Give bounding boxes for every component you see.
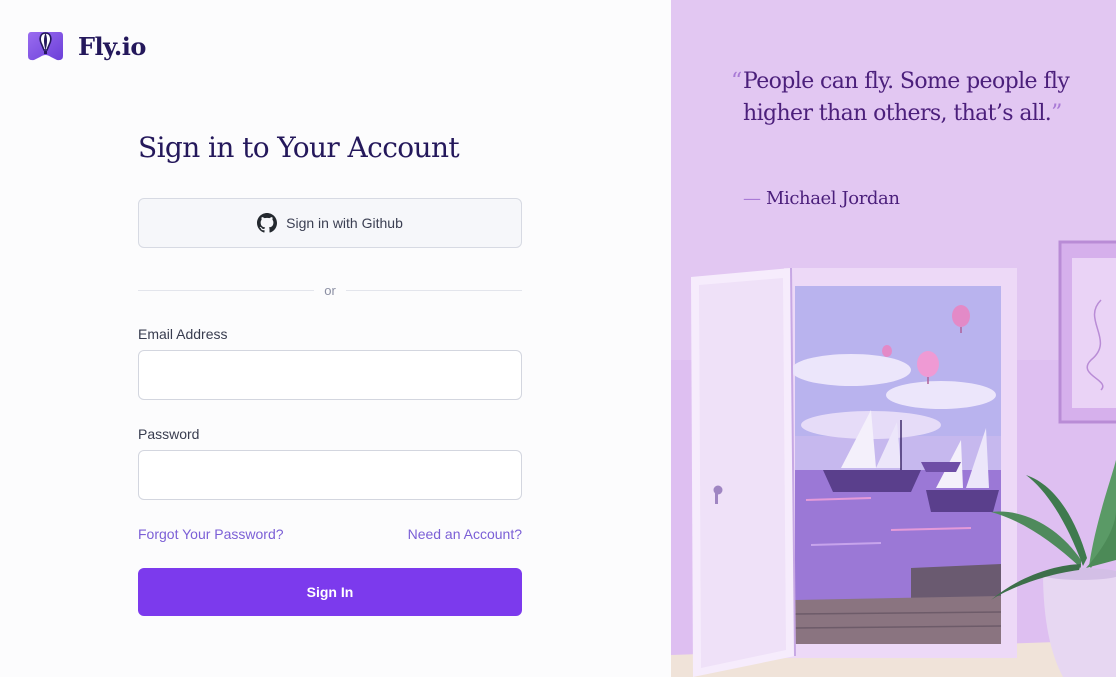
signin-form: Sign in to Your Account Sign in with Git… [138,128,522,616]
email-field[interactable] [138,350,522,400]
signin-panel: Fly.io Sign in to Your Account Sign in w… [0,0,671,677]
password-field[interactable] [138,450,522,500]
brand-name: Fly.io [78,31,146,61]
github-icon [257,213,278,233]
need-account-link[interactable]: Need an Account? [408,526,522,542]
or-divider: or [138,281,522,299]
email-label: Email Address [138,326,228,342]
github-signin-button[interactable]: Sign in with Github [138,198,522,248]
illustration-panel: “People can fly. Some people fly higher … [671,0,1116,677]
page-title: Sign in to Your Account [138,131,460,164]
divider-line-left [138,289,315,291]
quote-text: “People can fly. Some people fly higher … [731,66,1073,130]
divider-line-right [345,289,522,291]
signin-button[interactable]: Sign In [138,568,522,616]
author-name: Michael Jordan [765,188,900,209]
quote-author: — Michael Jordan [743,188,900,209]
divider-text: or [324,282,336,298]
brand-logo[interactable]: Fly.io [27,30,146,62]
password-label: Password [138,426,200,442]
quote-open-mark: “ [731,69,742,94]
quote-body: People can fly. Some people fly higher t… [743,69,1070,126]
balloon-logo-icon [28,32,63,61]
author-dash: — [743,188,761,209]
quote-close-mark: ” [1051,101,1062,126]
forgot-password-link[interactable]: Forgot Your Password? [138,526,284,542]
github-signin-label: Sign in with Github [286,215,403,231]
